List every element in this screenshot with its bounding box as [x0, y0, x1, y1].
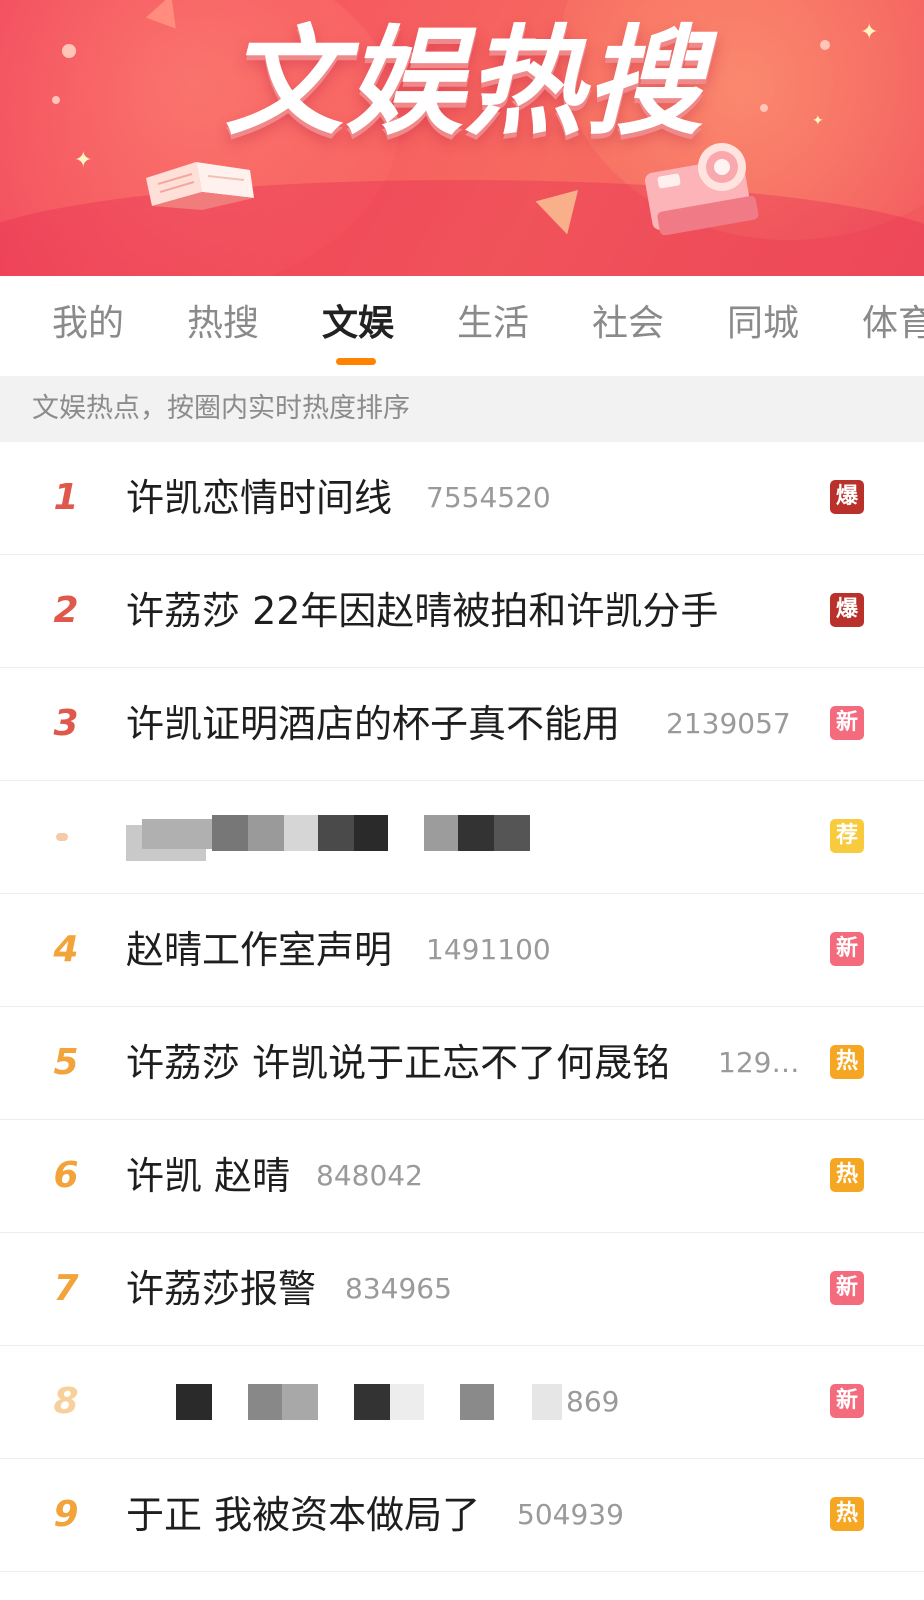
rank-number: 4 [53, 929, 79, 970]
heat-count: 504939 [517, 1498, 624, 1531]
sparkle-icon: ✦ [812, 113, 824, 129]
tab-hot-search[interactable]: 热搜 [187, 302, 259, 346]
rank-number: 5 [53, 1042, 79, 1083]
list-subheader: 文娱热点，按圈内实时热度排序 [0, 376, 924, 442]
item-title: 许凯证明酒店的杯子真不能用 [126, 702, 621, 746]
dot-decoration [820, 40, 830, 50]
list-item[interactable]: 7 许荔莎报警 834965 新 [0, 1233, 924, 1346]
list-item[interactable]: 2 许荔莎 22年因赵晴被拍和许凯分手 爆 [0, 555, 924, 668]
active-tab-indicator [336, 358, 376, 365]
list-item[interactable]: 6 许凯 赵晴 848042 热 [0, 1120, 924, 1233]
subheader-text: 文娱热点，按圈内实时热度排序 [32, 393, 410, 424]
heat-count: 2139057 [666, 707, 791, 740]
item-title: 许荔莎报警 [126, 1267, 317, 1311]
badge-new: 新 [830, 706, 864, 740]
list-item[interactable]: 9 于正 我被资本做局了 504939 热 [0, 1459, 924, 1572]
tab-mine[interactable]: 我的 [52, 302, 124, 346]
heat-count: 834965 [345, 1272, 452, 1305]
item-title: 于正 我被资本做局了 [126, 1493, 481, 1537]
item-title: 许凯 赵晴 [126, 1154, 291, 1198]
rank-number: 2 [53, 590, 79, 631]
item-title: 许荔莎 22年因赵晴被拍和许凯分手 [126, 589, 719, 633]
badge-hot: 热 [830, 1045, 864, 1079]
badge-recommended: 荐 [830, 819, 864, 853]
sparkle-icon: ✦ [74, 148, 93, 173]
badge-explosive: 爆 [830, 593, 864, 627]
badge-new: 新 [830, 1271, 864, 1305]
list-item-promoted[interactable]: 荐 [0, 781, 924, 894]
tab-local[interactable]: 同城 [727, 302, 799, 346]
camera-icon [644, 143, 759, 235]
badge-hot: 热 [830, 1158, 864, 1192]
dot-decoration [760, 104, 768, 112]
list-item[interactable]: 5 许荔莎 许凯说于正忘不了何晟铭 129… 热 [0, 1007, 924, 1120]
banner: ✦ ✦ ✦ 文娱热搜 [0, 0, 924, 276]
badge-new: 新 [830, 1384, 864, 1418]
list-item[interactable]: 3 许凯证明酒店的杯子真不能用 2139057 新 [0, 668, 924, 781]
heat-count: 129… [718, 1046, 800, 1079]
badge-new: 新 [830, 932, 864, 966]
banner-title: 文娱热搜 [224, 13, 705, 151]
list-item[interactable]: 8 869 新 [0, 1346, 924, 1459]
sparkle-icon: ✦ [860, 20, 879, 45]
list-item[interactable]: 4 赵晴工作室声明 1491100 新 [0, 894, 924, 1007]
rank-number: 3 [53, 703, 79, 744]
tab-sports[interactable]: 体育 [862, 302, 924, 346]
badge-hot: 热 [830, 1497, 864, 1531]
rank-number: 6 [53, 1155, 79, 1196]
list-item[interactable]: 1 许凯恋情时间线 7554520 爆 [0, 442, 924, 555]
heat-count: 869 [566, 1385, 620, 1418]
heat-count: 1491100 [426, 933, 551, 966]
rank-number: 9 [53, 1494, 79, 1535]
rank-number: 7 [53, 1268, 79, 1309]
item-title: 赵晴工作室声明 [126, 928, 393, 972]
tab-entertainment[interactable]: 文娱 [322, 302, 394, 346]
category-tabs: 我的 热搜 文娱 生活 社会 同城 体育 [0, 276, 924, 376]
item-title: 许凯恋情时间线 [126, 476, 393, 520]
tab-society[interactable]: 社会 [592, 302, 664, 346]
pixelated-content [0, 1346, 924, 1458]
item-title: 许荔莎 许凯说于正忘不了何晟铭 [126, 1041, 671, 1085]
tab-life[interactable]: 生活 [457, 302, 529, 346]
badge-explosive: 爆 [830, 480, 864, 514]
book-icon [146, 162, 254, 210]
heat-count: 848042 [316, 1159, 423, 1192]
dot-decoration [52, 96, 60, 104]
dot-decoration [62, 44, 76, 58]
heat-count: 7554520 [426, 481, 551, 514]
pixelated-content [0, 781, 924, 893]
rank-number: 1 [53, 477, 79, 518]
hot-search-list: 1 许凯恋情时间线 7554520 爆 2 许荔莎 22年因赵晴被拍和许凯分手 … [0, 442, 924, 1572]
